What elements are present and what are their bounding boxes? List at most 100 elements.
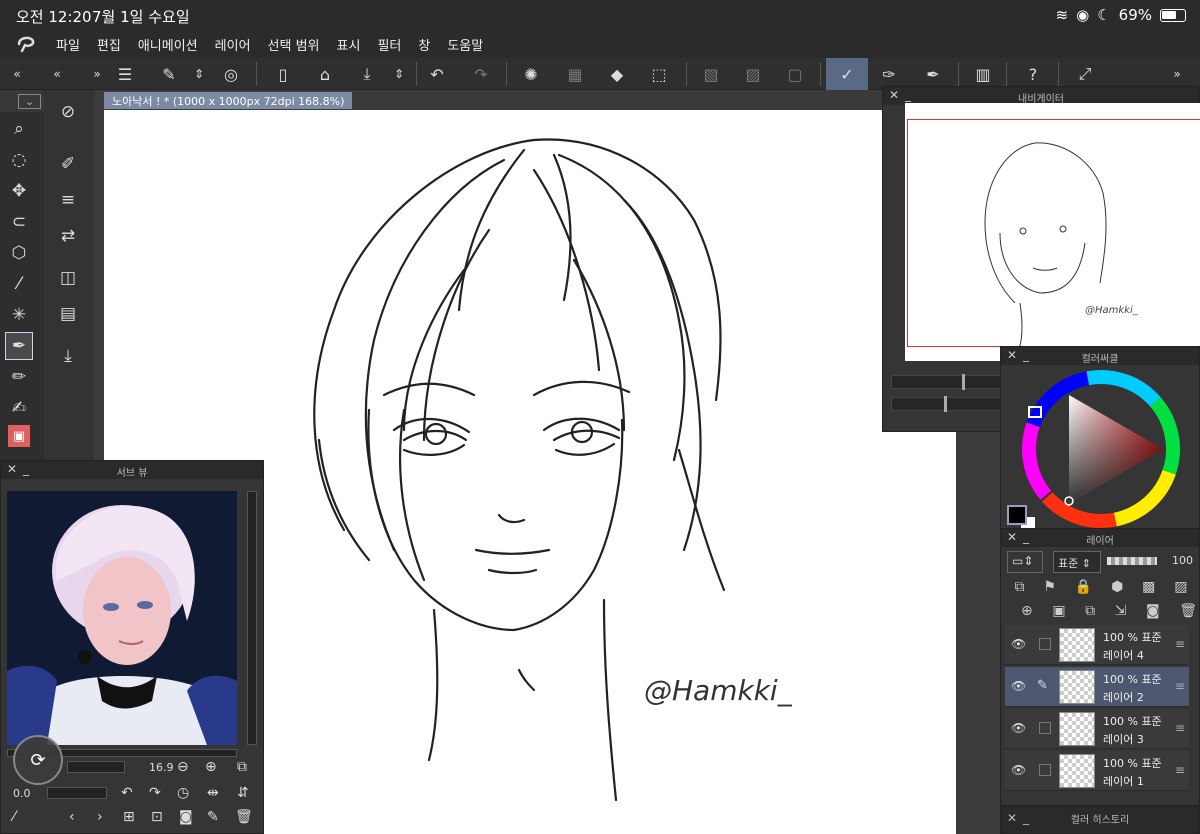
eraser-tool-icon[interactable]: ▣ (8, 425, 30, 447)
clear-icon[interactable]: ▦ (562, 61, 588, 87)
collapse-right-icon[interactable]: » (1164, 61, 1190, 87)
zoom-out-icon[interactable]: ⊖ (177, 759, 189, 775)
rotate-view-icon[interactable]: ◌ (5, 146, 33, 174)
color-wheel[interactable] (1015, 367, 1187, 531)
menu-animation[interactable]: 애니메이션 (138, 35, 198, 54)
opacity-value[interactable]: 100 (1172, 554, 1193, 567)
sub-view-rotate-icon[interactable]: ⟳ (13, 735, 63, 785)
updown-icon[interactable]: ⇕ (186, 61, 212, 87)
zoom-in-icon[interactable]: ⊕ (205, 759, 217, 775)
companion-icon[interactable]: ◎ (218, 61, 244, 87)
save-options-icon[interactable]: ⇕ (386, 61, 412, 87)
menu-filter[interactable]: 필터 (377, 35, 401, 54)
reference-image[interactable] (7, 491, 237, 745)
visibility-eye-icon[interactable]: 👁 (1011, 721, 1026, 735)
subtool-layers-icon[interactable]: ◫ (54, 264, 82, 292)
visibility-eye-icon[interactable]: 👁 (1011, 679, 1026, 693)
layer-checkbox[interactable] (1039, 764, 1051, 776)
menu-edit[interactable]: 편집 (97, 35, 121, 54)
layer-row-selected[interactable]: 👁 ✎ 100 % 표준 레이어 2 ≡ (1005, 667, 1189, 707)
expand-icon[interactable]: » (84, 61, 110, 87)
clip-icon[interactable]: ⧉ (1014, 579, 1024, 595)
new-layer-icon[interactable]: ⊕ (1021, 603, 1033, 619)
lock-icon[interactable]: 🔒 (1075, 579, 1092, 595)
transform-icon[interactable]: ⬚ (646, 61, 672, 87)
rotate-right-icon[interactable]: ↷ (149, 785, 161, 801)
next-image-icon[interactable]: › (97, 809, 103, 825)
magic-wand-icon[interactable]: ✳ (5, 301, 33, 329)
app-logo-icon[interactable] (16, 35, 38, 53)
eyedropper-icon[interactable]: ⁄ (5, 270, 33, 298)
help-icon[interactable]: ? (1020, 61, 1046, 87)
visibility-eye-icon[interactable]: 👁 (1011, 763, 1026, 777)
menu-view[interactable]: 표시 (337, 35, 361, 54)
draw-mode-icon[interactable]: ✓ (826, 58, 868, 90)
drag-handle-icon[interactable]: ≡ (1175, 721, 1185, 735)
reset-rotation-icon[interactable]: ◷ (177, 785, 189, 801)
copy-layer-icon[interactable]: ⧉ (1085, 603, 1095, 619)
layer-row[interactable]: 👁 100 % 표준 레이어 4 ≡ (1005, 625, 1189, 665)
auto-select-icon[interactable]: ⬡ (5, 239, 33, 267)
zoom-slider[interactable] (67, 761, 125, 773)
foreground-color-swatch[interactable] (1007, 505, 1027, 525)
camera-icon[interactable]: ◙ (179, 809, 193, 825)
menu-window[interactable]: 창 (418, 35, 430, 54)
pencil-tool-icon[interactable]: ✏ (5, 363, 33, 391)
delete-layer-icon[interactable]: 🗑 (1179, 603, 1197, 619)
layer-row[interactable]: 👁 100 % 표준 레이어 3 ≡ (1005, 709, 1189, 749)
pen-icon[interactable]: ✒ (920, 61, 946, 87)
selection-border-icon[interactable]: ▢ (782, 61, 808, 87)
menu-selection[interactable]: 선택 범위 (268, 35, 320, 54)
collapse-icon[interactable]: « (44, 61, 70, 87)
subtool-swap-icon[interactable]: ⇄ (54, 222, 82, 250)
edit-icon[interactable]: ✎ (207, 809, 219, 825)
drag-handle-icon[interactable]: ≡ (1175, 763, 1185, 777)
open-folder-icon[interactable]: ⌂ (312, 61, 338, 87)
drag-handle-icon[interactable]: ≡ (1175, 637, 1185, 651)
opacity-slider[interactable] (1107, 557, 1157, 565)
navigator-viewport-frame[interactable] (907, 119, 1200, 347)
layer-type-icon[interactable]: ▭⇕ (1007, 551, 1043, 573)
lock-alpha-icon[interactable]: ⬢ (1111, 579, 1123, 595)
draft-icon[interactable]: ▨ (1174, 579, 1187, 595)
undo-icon[interactable]: ↶ (424, 61, 450, 87)
menu-help[interactable]: 도움말 (447, 35, 483, 54)
brush-tool-icon[interactable]: ✍ (5, 394, 33, 422)
layer-checkbox[interactable] (1039, 638, 1051, 650)
flip-horizontal-icon[interactable]: ⇹ (207, 785, 219, 801)
invert-selection-icon[interactable]: ▨ (740, 61, 766, 87)
visibility-eye-icon[interactable]: 👁 (1011, 637, 1026, 651)
merge-layer-icon[interactable]: ⇲ (1115, 603, 1127, 619)
delete-icon[interactable]: 🗑 (235, 809, 253, 825)
mask-icon[interactable]: ▩ (1142, 579, 1155, 595)
flip-vertical-icon[interactable]: ⇵ (237, 785, 249, 801)
document-tab[interactable]: 노아낙서 ! * (1000 x 1000px 72dpi 168.8%) (104, 92, 353, 109)
device-icon[interactable]: ▥ (970, 61, 996, 87)
grid-icon[interactable]: ⊞ (123, 809, 135, 825)
rotate-left-icon[interactable]: ↶ (121, 785, 133, 801)
hamburger-menu-icon[interactable]: ☰ (112, 61, 138, 87)
subtool-list-icon[interactable]: ▤ (54, 300, 82, 328)
rotation-slider[interactable] (47, 787, 107, 799)
subtool-pen-icon[interactable]: ✐ (54, 150, 82, 178)
menu-file[interactable]: 파일 (56, 35, 80, 54)
redo-icon[interactable]: ↷ (468, 61, 494, 87)
fill-icon[interactable]: ◆ (604, 61, 630, 87)
subtool-search-icon[interactable]: ⊘ (54, 98, 82, 126)
blend-mode-select[interactable]: 표준 ⇕ (1053, 551, 1101, 573)
layer-row[interactable]: 👁 100 % 표준 레이어 1 ≡ (1005, 751, 1189, 791)
fullscreen-icon[interactable]: ⤢ (1072, 61, 1098, 87)
new-folder-icon[interactable]: ▣ (1052, 603, 1065, 619)
sub-view-scrollbar[interactable] (247, 491, 257, 745)
dropdown-icon[interactable]: ⌄ (18, 93, 42, 109)
quick-access-icon[interactable]: ✎ (156, 61, 182, 87)
menu-layer[interactable]: 레이어 (215, 35, 251, 54)
save-icon[interactable]: ⤓ (354, 61, 380, 87)
reference-icon[interactable]: ⚑ (1043, 579, 1056, 595)
move-tool-icon[interactable]: ✥ (5, 177, 33, 205)
layer-checkbox[interactable] (1039, 722, 1051, 734)
prev-image-icon[interactable]: ‹ (69, 809, 75, 825)
loading-icon[interactable]: ✺ (518, 61, 544, 87)
subtool-settings-icon[interactable]: ≡ (54, 186, 82, 214)
lasso-icon[interactable]: ⊂ (5, 208, 33, 236)
